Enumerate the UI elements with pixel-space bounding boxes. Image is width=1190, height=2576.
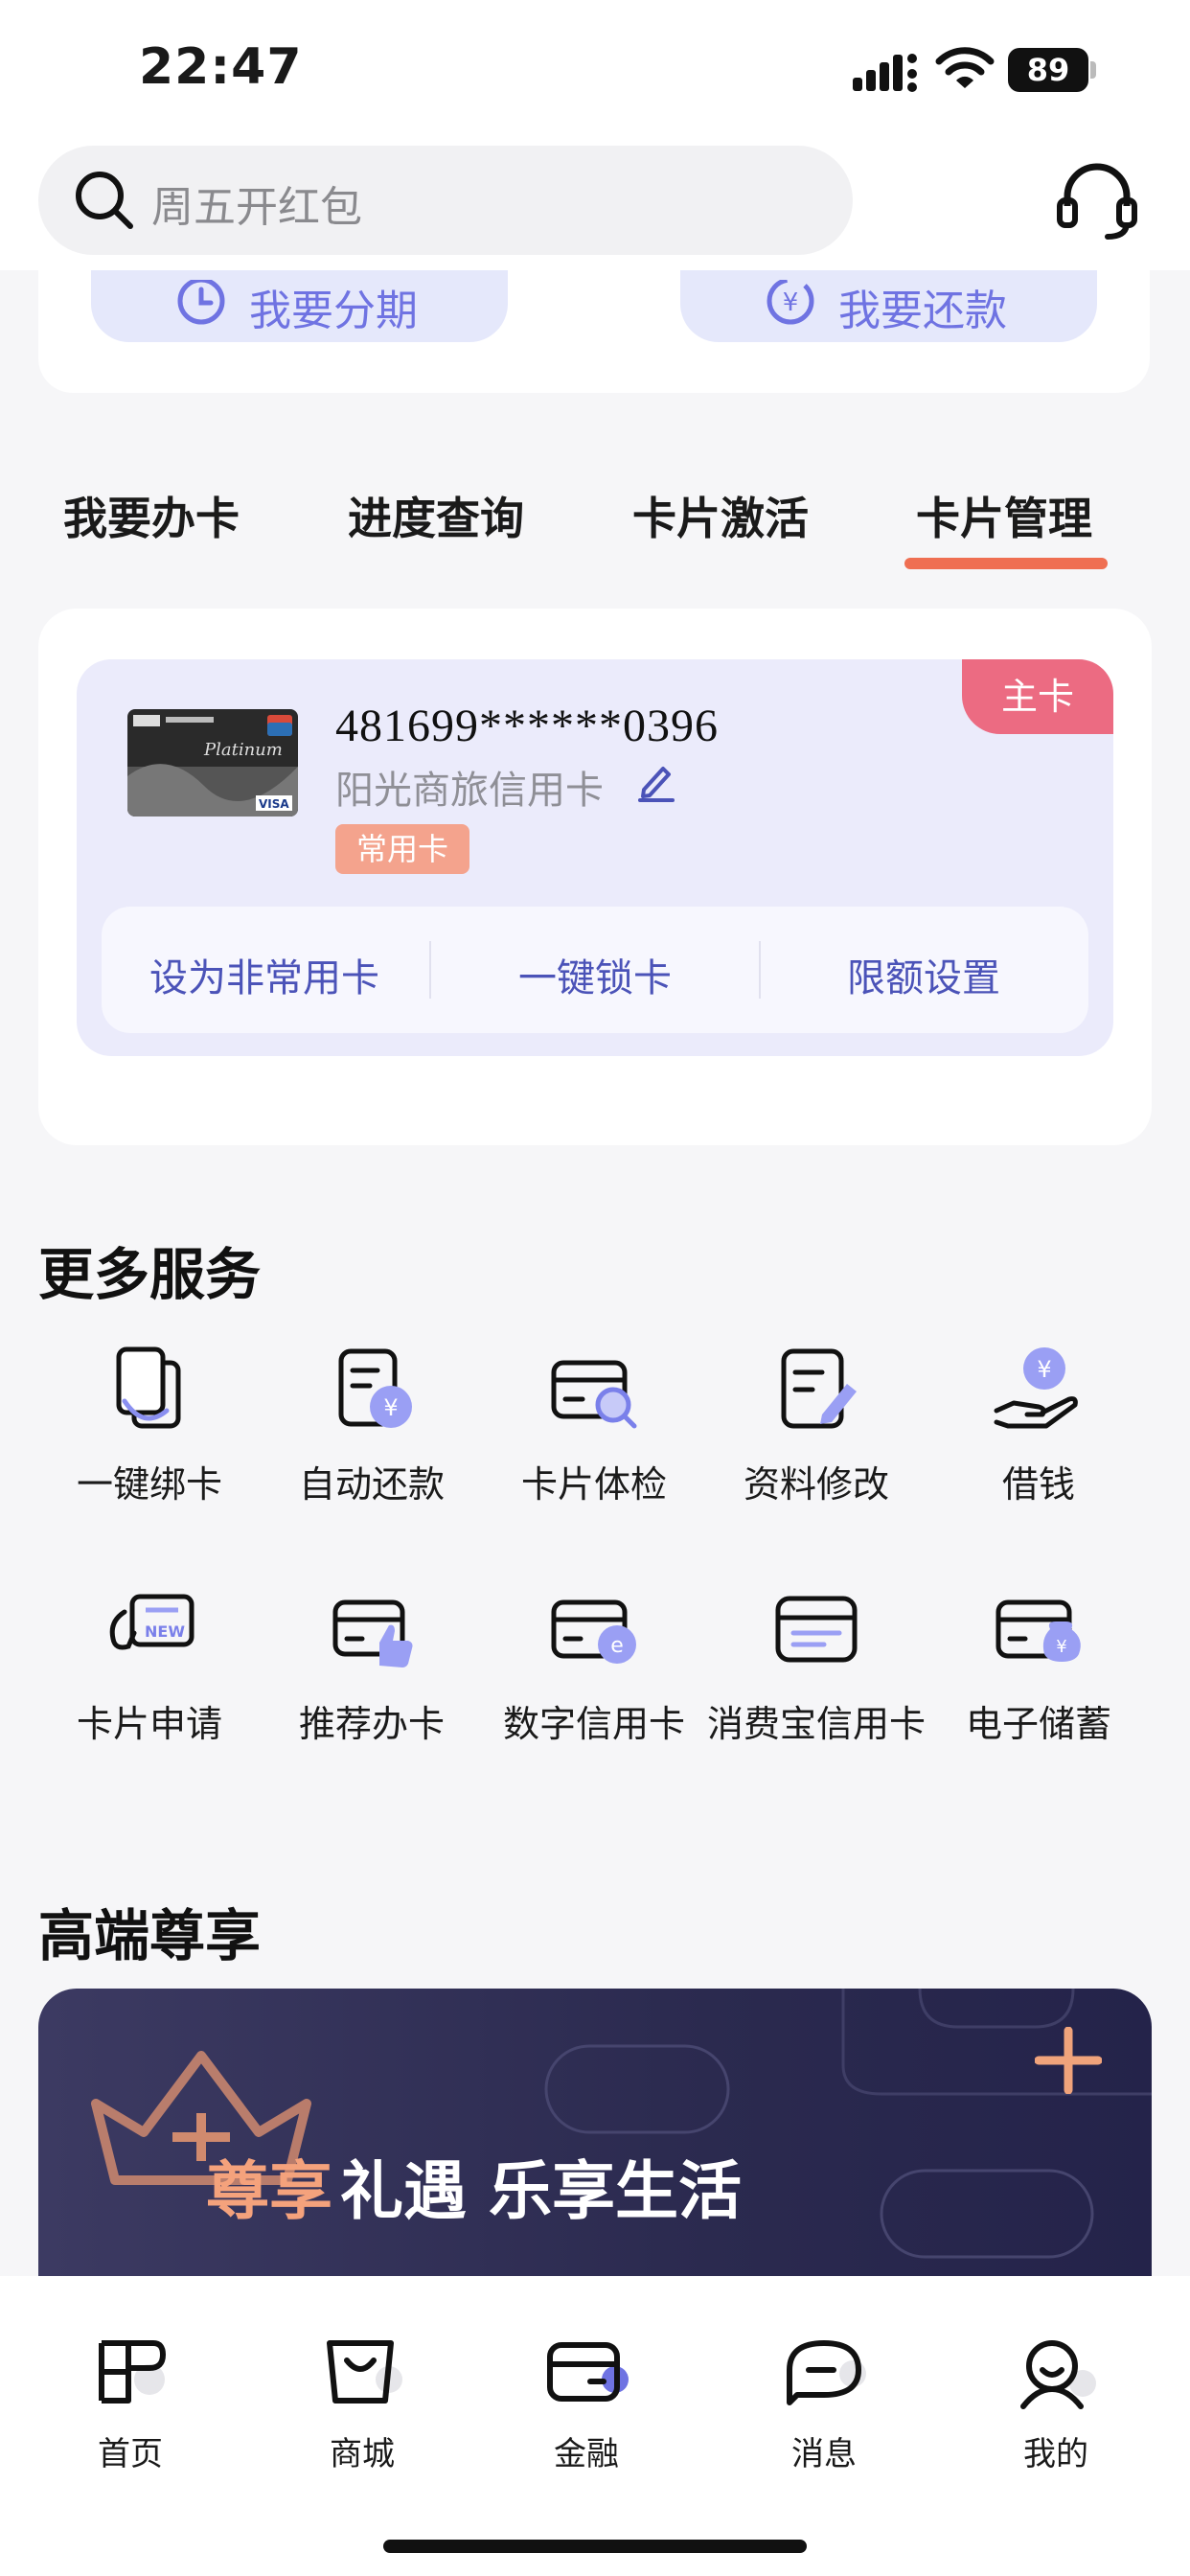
message-icon — [787, 2340, 866, 2405]
battery-level: 89 — [1008, 48, 1088, 92]
cellular-signal-icon — [853, 54, 917, 92]
nav-message[interactable]: 消息 — [728, 2334, 920, 2474]
service-label: 一键绑卡 — [76, 1463, 222, 1506]
service-bind-card[interactable]: 一键绑卡 — [38, 1344, 261, 1507]
nav-label: 消息 — [791, 2435, 857, 2473]
svg-text:¥: ¥ — [783, 288, 799, 317]
installment-button[interactable]: 我要分期 — [91, 270, 508, 342]
banner-highlight: 尊享 — [206, 2154, 332, 2228]
premium-banner[interactable]: 尊享 礼遇 乐享生活 — [38, 1989, 1152, 2276]
wifi-icon — [935, 47, 995, 88]
home-indicator — [383, 2540, 807, 2553]
installment-label: 我要分期 — [249, 287, 418, 335]
repay-icon: ¥ — [767, 280, 814, 325]
service-label: 数字信用卡 — [502, 1703, 685, 1745]
nav-label: 商城 — [330, 2435, 395, 2473]
active-tab-indicator — [904, 558, 1108, 569]
service-label: 自动还款 — [298, 1463, 445, 1506]
banner-text: 礼遇 乐享生活 — [340, 2154, 742, 2228]
nav-label: 首页 — [98, 2435, 163, 2473]
service-label: 电子储蓄 — [965, 1703, 1111, 1745]
service-borrow[interactable]: ¥ 借钱 — [927, 1344, 1150, 1507]
nav-mall[interactable]: 商城 — [266, 2334, 458, 2474]
card-number: 481699******0396 — [335, 701, 719, 751]
battery-icon: 89 — [1008, 48, 1098, 92]
plus-icon — [1035, 2027, 1102, 2094]
premium-title: 高端尊享 — [38, 1903, 262, 1968]
search-placeholder: 周五开红包 — [151, 183, 362, 232]
svg-text:e: e — [610, 1634, 624, 1658]
nav-label: 金融 — [554, 2435, 619, 2473]
status-time: 22:47 — [139, 38, 303, 96]
repay-label: 我要还款 — [838, 287, 1007, 335]
profile-icon — [1020, 2340, 1096, 2409]
card-check-icon — [551, 1360, 637, 1429]
search-bar[interactable]: 周五开红包 — [38, 146, 853, 255]
search-icon — [76, 172, 133, 229]
service-label: 消费宝信用卡 — [706, 1703, 926, 1745]
service-card-apply[interactable]: NEW 卡片申请 — [38, 1583, 261, 1747]
finance-icon — [547, 2342, 629, 2402]
tab-apply-card[interactable]: 我要办卡 — [63, 484, 240, 547]
service-digital-card[interactable]: e 数字信用卡 — [483, 1583, 705, 1747]
service-e-savings[interactable]: ¥ 电子储蓄 — [927, 1583, 1150, 1747]
card-name: 阳光商旅信用卡 — [335, 769, 604, 813]
tab-card-management[interactable]: 卡片管理 — [916, 484, 1092, 547]
limit-settings-button[interactable]: 限额设置 — [847, 947, 1000, 1002]
svg-text:Platinum: Platinum — [203, 740, 283, 760]
set-uncommon-button[interactable]: 设为非常用卡 — [149, 947, 379, 1002]
service-card-check[interactable]: 卡片体检 — [483, 1344, 705, 1507]
svg-text:¥: ¥ — [383, 1394, 398, 1421]
e-savings-icon: ¥ — [995, 1599, 1081, 1662]
repay-button[interactable]: ¥ 我要还款 — [680, 270, 1097, 342]
nav-home[interactable]: 首页 — [34, 2334, 226, 2474]
lock-card-button[interactable]: 一键锁卡 — [518, 947, 672, 1002]
service-label: 资料修改 — [743, 1463, 889, 1506]
primary-card-badge: 主卡 — [962, 659, 1113, 734]
service-auto-repay[interactable]: ¥ 自动还款 — [261, 1344, 483, 1507]
credit-card-image: Platinum VISA — [127, 709, 298, 816]
bottom-navigation: 首页 商城 金融 消息 我的 — [0, 2276, 1190, 2576]
service-label: 推荐办卡 — [298, 1703, 445, 1745]
service-label: 卡片体检 — [520, 1463, 667, 1506]
consume-card-icon — [775, 1596, 858, 1663]
svg-text:VISA: VISA — [259, 797, 289, 811]
card-apply-icon: NEW — [109, 1594, 195, 1650]
tab-activate[interactable]: 卡片激活 — [632, 484, 809, 547]
svg-text:¥: ¥ — [1037, 1356, 1051, 1383]
service-edit-profile[interactable]: 资料修改 — [705, 1344, 927, 1507]
recommend-card-icon — [332, 1599, 413, 1668]
nav-profile[interactable]: 我的 — [960, 2334, 1152, 2474]
card-actions-bar: 设为非常用卡 一键锁卡 限额设置 — [102, 907, 1088, 1033]
edit-icon[interactable] — [634, 759, 678, 803]
nav-label: 我的 — [1023, 2435, 1088, 2473]
common-card-tag: 常用卡 — [335, 824, 469, 874]
svg-text:¥: ¥ — [1056, 1637, 1066, 1657]
bind-card-icon — [116, 1346, 181, 1429]
customer-service-icon[interactable] — [1054, 158, 1140, 244]
service-label: 借钱 — [1001, 1463, 1075, 1506]
service-label: 卡片申请 — [76, 1703, 222, 1745]
svg-text:NEW: NEW — [145, 1622, 185, 1641]
service-consume-card[interactable]: 消费宝信用卡 — [705, 1583, 927, 1747]
edit-profile-icon — [781, 1348, 857, 1429]
nav-finance[interactable]: 金融 — [491, 2334, 682, 2474]
more-services-title: 更多服务 — [38, 1242, 262, 1307]
mall-icon — [327, 2340, 402, 2404]
clock-icon — [177, 280, 225, 325]
digital-card-icon: e — [551, 1599, 636, 1664]
home-icon — [99, 2340, 166, 2404]
tab-progress[interactable]: 进度查询 — [348, 484, 524, 547]
borrow-icon: ¥ — [994, 1347, 1078, 1429]
auto-repay-icon: ¥ — [338, 1348, 412, 1428]
banner-decoration — [91, 1989, 1152, 2259]
service-recommend-card[interactable]: 推荐办卡 — [261, 1583, 483, 1747]
